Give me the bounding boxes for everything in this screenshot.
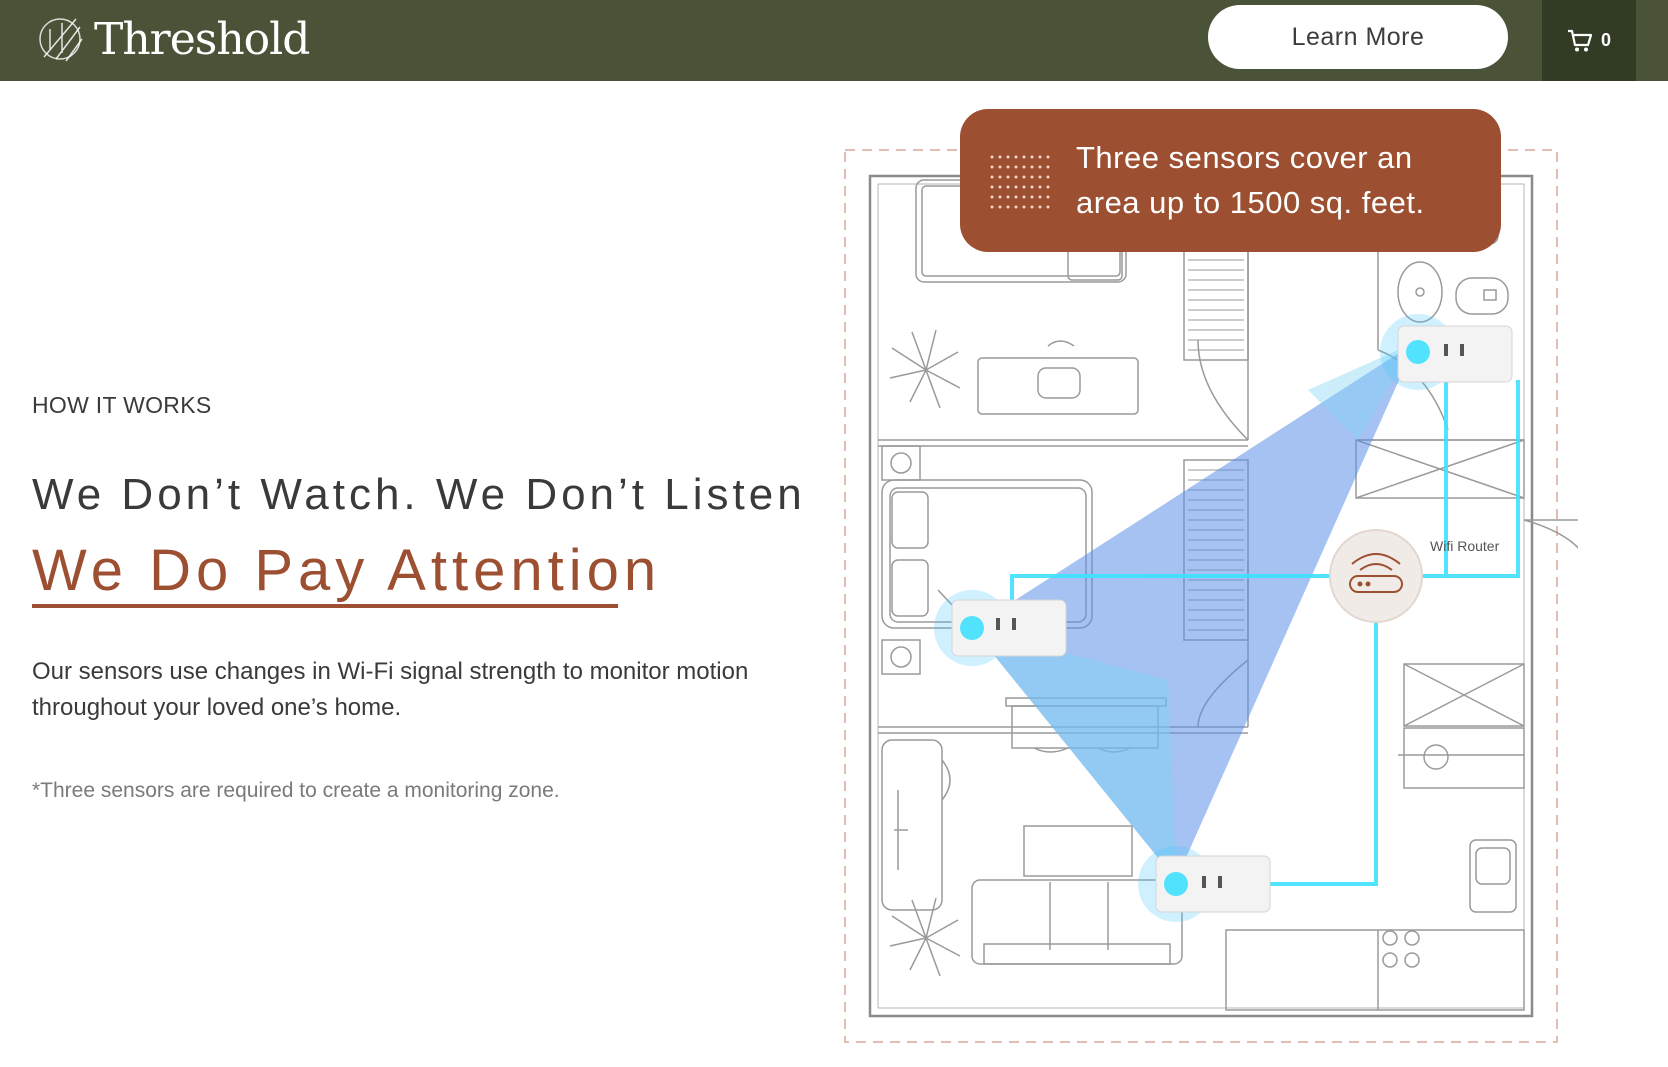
body-paragraph: Our sensors use changes in Wi-Fi signal … [32, 658, 749, 721]
section-eyebrow: HOW IT WORKS [32, 392, 212, 418]
headline-line-1: We Don’t Watch. We Don’t Listen [32, 470, 806, 519]
cart-icon [1567, 29, 1593, 51]
headline-line-2: We Do Pay Attention [32, 538, 662, 603]
headline-underline [32, 604, 618, 608]
cart-button[interactable]: 0 [1542, 0, 1636, 81]
floor-plan-diagram [844, 149, 1578, 1043]
coverage-callout: Three sensors cover an area up to 1500 s… [960, 109, 1501, 252]
sensor-bottom [1138, 846, 1271, 922]
logo-leaf-icon [39, 18, 83, 62]
site-header: Threshold Learn More 0 [0, 0, 1668, 81]
dot-grid-icon [990, 155, 1050, 209]
threshold-logo[interactable]: Threshold [36, 6, 336, 72]
sensor-top-right [1380, 314, 1513, 390]
wifi-router [1329, 529, 1423, 623]
learn-more-button[interactable]: Learn More [1208, 5, 1508, 69]
sensor-left [934, 590, 1067, 666]
wifi-router-label: Wifi Router [1430, 538, 1500, 554]
cart-count-badge: 0 [1600, 30, 1611, 50]
footnote: *Three sensors are required to create a … [32, 779, 560, 802]
callout-text: Three sensors cover an area up to 1500 s… [1076, 140, 1425, 220]
logo-text: Threshold [94, 13, 310, 65]
